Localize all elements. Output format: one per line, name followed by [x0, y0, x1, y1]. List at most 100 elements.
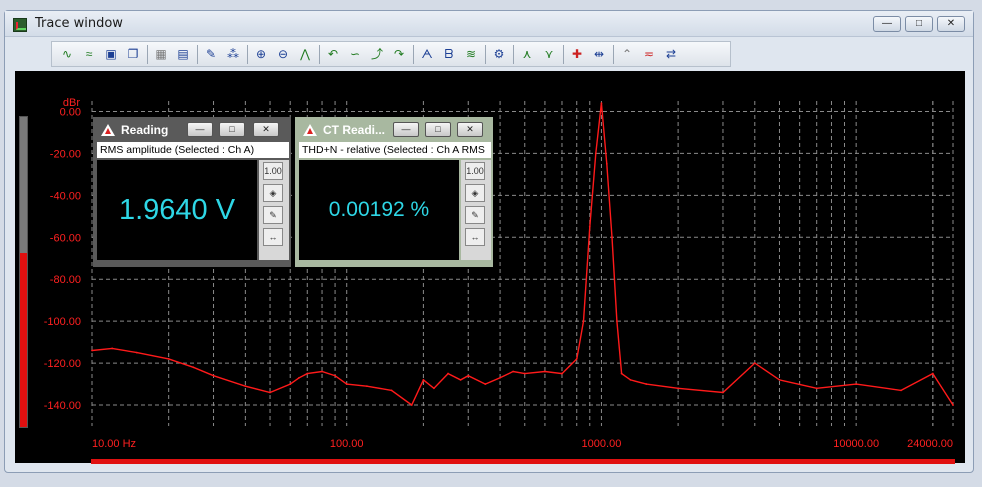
reading-rms-format-button[interactable]: 1.00	[263, 162, 283, 180]
add-trace-icon[interactable]: ∿	[58, 45, 76, 63]
zoom-out-icon[interactable]: ⊖	[274, 45, 292, 63]
spectrum-data-point	[544, 370, 546, 373]
spectrum-data-point	[306, 372, 309, 375]
trace-window: Trace window — □ ✕ ∿ ≈ ▣ ❐ ▦ ▤ ✎ ⁂ ⊕ ⊖ ⋀ ↶ ∽ ⤴ ↷ ᗅ ᗷ ≋ ⚙ ⋏ ⋎…	[4, 10, 974, 473]
spectrum-data-point	[192, 366, 195, 369]
marker-wave-icon[interactable]: ≋	[462, 45, 480, 63]
toolbar-separator	[319, 45, 320, 64]
spectrum-data-point	[345, 383, 348, 385]
spectrum-data-point	[321, 370, 323, 373]
reading-thd-format-button[interactable]: 1.00	[465, 162, 485, 180]
spectrum-data-point	[433, 387, 435, 390]
reading-thd-sidebar: 1.00 ◈ ✎ ↔	[461, 160, 491, 260]
spectrum-data-point	[390, 389, 393, 392]
edit-icon[interactable]: ✎	[202, 45, 220, 63]
minimize-button[interactable]: —	[873, 16, 901, 32]
maximize-button[interactable]: □	[905, 16, 933, 32]
spectrum-data-point	[629, 378, 632, 381]
trace-wave-icon[interactable]: ≈	[80, 45, 98, 63]
toolbar-separator	[197, 45, 198, 64]
spectrum-data-point	[561, 372, 563, 375]
spectrum-data-point	[575, 358, 578, 360]
y-tick-label: -60.00	[50, 232, 81, 244]
toolbar-separator	[513, 45, 514, 64]
add-marker-icon[interactable]: ✚	[568, 45, 586, 63]
spectrum-data-point	[422, 378, 425, 381]
horizontal-scrollbar[interactable]	[91, 459, 955, 464]
graph-area[interactable]: dBr 0.00 -20.00 -40.00 -60.00 -80.00 -100.00 -1…	[15, 71, 965, 464]
spectrum-data-point	[212, 374, 215, 377]
marker-b-icon[interactable]: ᗷ	[440, 45, 458, 63]
spectrum-data-point	[588, 225, 591, 228]
spectrum-data-point	[600, 102, 603, 104]
peak-up-icon[interactable]: ⋏	[518, 45, 536, 63]
y-tick-label: -100.00	[44, 316, 81, 328]
reading-rms-close-button[interactable]: ✕	[253, 122, 279, 137]
reading-rms-display: 1.9640 V	[97, 160, 257, 260]
spectrum-data-point	[594, 152, 597, 155]
spectrum-data-point	[615, 320, 618, 323]
autoscale-icon[interactable]: ⋀	[296, 45, 314, 63]
cursor-right-icon[interactable]: ↷	[390, 45, 408, 63]
warning-triangle-icon	[303, 124, 317, 136]
pattern-icon[interactable]: ▦	[152, 45, 170, 63]
reading-rms-title: Reading	[121, 123, 169, 137]
spectrum-data-point	[582, 320, 585, 323]
toolbar-separator	[485, 45, 486, 64]
toolbar-separator	[613, 45, 614, 64]
reading-thd-gauge-button[interactable]: ◈	[465, 184, 485, 202]
line-icon[interactable]: ≂	[640, 45, 658, 63]
numeric-icon[interactable]: ⁂	[224, 45, 242, 63]
y-tick-label: 0.00	[60, 106, 81, 118]
spectrum-data-point	[722, 391, 724, 394]
reading-thd-maximize-button[interactable]: □	[425, 122, 451, 137]
reading-thd-display: 0.00192 %	[299, 160, 459, 260]
reading-rms-panel[interactable]: Reading — □ ✕ RMS amplitude (Selected : …	[93, 117, 291, 267]
spectrum-data-point	[167, 358, 170, 360]
reading-rms-gauge-button[interactable]: ◈	[263, 184, 283, 202]
close-button[interactable]: ✕	[937, 16, 965, 32]
reading-thd-value: 0.00192 %	[328, 198, 430, 221]
y-tick-label: -120.00	[44, 358, 81, 370]
spectrum-data-point	[447, 372, 449, 375]
x-tick-label: 10.00 Hz	[92, 438, 136, 450]
reading-rms-resize-button[interactable]: ↔	[263, 228, 283, 246]
reading-rms-maximize-button[interactable]: □	[219, 122, 245, 137]
swap-icon[interactable]: ⇄	[662, 45, 680, 63]
reading-thd-edit-button[interactable]: ✎	[465, 206, 485, 224]
reading-thd-panel[interactable]: CT Readi... — □ ✕ THD+N - relative (Sele…	[295, 117, 493, 267]
cursor-left-icon[interactable]: ↶	[324, 45, 342, 63]
toolbar: ∿ ≈ ▣ ❐ ▦ ▤ ✎ ⁂ ⊕ ⊖ ⋀ ↶ ∽ ⤴ ↷ ᗅ ᗷ ≋ ⚙ ⋏ ⋎ ✚ ⇹ ⌃ ≂ ⇄	[51, 41, 731, 67]
toolbar-separator	[563, 45, 564, 64]
trace-list-icon[interactable]: ▤	[174, 45, 192, 63]
zoom-in-icon[interactable]: ⊕	[252, 45, 270, 63]
reading-thd-title: CT Readi...	[323, 123, 386, 137]
link-icon[interactable]: ⇹	[590, 45, 608, 63]
copy-icon[interactable]: ❐	[124, 45, 142, 63]
peak-down-icon[interactable]: ⋎	[540, 45, 558, 63]
title-bar[interactable]: Trace window — □ ✕	[5, 11, 973, 37]
spectrum-data-point	[605, 163, 608, 165]
app-trace-icon	[13, 18, 27, 32]
spectrum-data-point	[499, 376, 501, 379]
spectrum-data-point	[298, 376, 300, 379]
spectrum-data-point	[269, 391, 271, 394]
reading-rms-value: 1.9640 V	[118, 194, 236, 226]
spectrum-data-point	[135, 351, 138, 354]
spectrum-data-point	[523, 372, 526, 375]
reading-rms-minimize-button[interactable]: —	[187, 122, 213, 137]
reading-thd-resize-button[interactable]: ↔	[465, 228, 485, 246]
cursor-peak-icon[interactable]: ⤴	[368, 45, 386, 63]
rise-icon[interactable]: ⌃	[618, 45, 636, 63]
reading-rms-subtitle: RMS amplitude (Selected : Ch A)	[97, 142, 289, 158]
settings-trace-icon[interactable]: ⚙	[490, 45, 508, 63]
reading-thd-minimize-button[interactable]: —	[393, 122, 419, 137]
reading-rms-edit-button[interactable]: ✎	[263, 206, 283, 224]
reading-rms-sidebar: 1.00 ◈ ✎ ↔	[259, 160, 289, 260]
cursor-wave-icon[interactable]: ∽	[346, 45, 364, 63]
marker-a-icon[interactable]: ᗅ	[418, 45, 436, 63]
spectrum-data-point	[815, 387, 818, 390]
spectrum-data-point	[931, 372, 934, 375]
reading-thd-close-button[interactable]: ✕	[457, 122, 483, 137]
save-icon[interactable]: ▣	[102, 45, 120, 63]
